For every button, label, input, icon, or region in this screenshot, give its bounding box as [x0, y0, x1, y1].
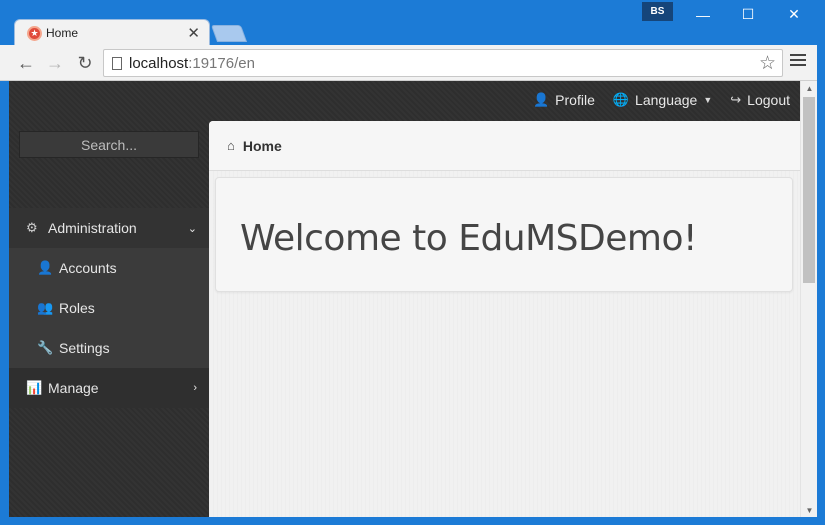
logout-label: Logout — [747, 92, 790, 108]
web-page: 👤 Profile 🌐 Language ▼ ↪ Logout ⚙ Admini… — [9, 81, 800, 517]
sidebar-item-label: Administration — [48, 220, 137, 236]
sidebar-item-accounts[interactable]: 👤 Accounts — [9, 248, 209, 288]
forward-arrow-icon[interactable]: → — [43, 51, 67, 75]
address-bar[interactable]: localhost:19176/en ☆ — [103, 49, 783, 77]
browser-menu-icon[interactable] — [790, 54, 806, 68]
maximize-button[interactable]: ☐ — [728, 2, 768, 27]
browser-tab-home[interactable]: ★ Home ✕ — [14, 19, 210, 46]
minimize-button[interactable]: — — [683, 2, 723, 27]
browser-titlebar: ★ Home ✕ BS — ☐ ✕ — [0, 0, 825, 46]
user-icon: 👤 — [532, 92, 550, 107]
tab-title: Home — [46, 26, 79, 40]
page-icon — [112, 57, 122, 70]
profile-link[interactable]: 👤 Profile — [533, 92, 595, 108]
window-border-right — [817, 45, 825, 525]
breadcrumb-home[interactable]: Home — [243, 138, 282, 154]
browser-toolbar: ← → ↻ localhost:19176/en ☆ — [0, 45, 825, 81]
bar-chart-icon: 📊 — [26, 380, 43, 395]
scroll-down-icon[interactable]: ▼ — [801, 503, 818, 517]
reload-icon[interactable]: ↻ — [73, 51, 97, 75]
cogs-icon: ⚙ — [26, 220, 38, 235]
sidebar-item-manage[interactable]: 📊 Manage › — [9, 368, 209, 408]
page-title: Welcome to EduMSDemo! — [240, 218, 697, 259]
sidebar-search-input[interactable] — [19, 131, 199, 158]
profile-label: Profile — [555, 92, 595, 108]
logout-link[interactable]: ↪ Logout — [730, 92, 790, 108]
home-icon: ⌂ — [227, 138, 235, 153]
welcome-panel: Welcome to EduMSDemo! — [215, 177, 793, 292]
window-close-button[interactable]: ✕ — [774, 2, 814, 27]
window-border-bottom — [0, 517, 825, 525]
site-favicon-icon: ★ — [27, 26, 42, 41]
breadcrumb: ⌂ Home — [209, 121, 800, 171]
window-border-left — [0, 81, 9, 525]
chevron-down-icon: ⌄ — [187, 222, 197, 235]
top-navigation: 👤 Profile 🌐 Language ▼ ↪ Logout — [533, 92, 790, 108]
globe-icon: 🌐 — [612, 92, 630, 107]
scrollbar-thumb[interactable] — [803, 97, 815, 283]
language-dropdown[interactable]: 🌐 Language ▼ — [613, 92, 712, 108]
scroll-up-icon[interactable]: ▲ — [801, 81, 818, 95]
back-arrow-icon[interactable]: ← — [14, 51, 38, 75]
sidebar-item-administration[interactable]: ⚙ Administration ⌄ — [9, 208, 209, 248]
sidebar-item-label: Settings — [59, 340, 110, 356]
sidebar-item-label: Accounts — [59, 260, 117, 276]
browser-profile-badge[interactable]: BS — [642, 2, 673, 21]
sidebar-item-label: Manage — [48, 380, 99, 396]
chevron-right-icon: › — [193, 382, 197, 394]
page-scrollbar[interactable]: ▲ ▼ — [800, 81, 817, 517]
share-arrow-icon: ↪ — [730, 92, 742, 107]
sidebar-item-label: Roles — [59, 300, 95, 316]
users-icon: 👥 — [37, 300, 54, 315]
bookmark-star-icon[interactable]: ☆ — [759, 52, 776, 75]
sidebar-item-settings[interactable]: 🔧 Settings — [9, 328, 209, 368]
wrench-icon: 🔧 — [37, 340, 54, 355]
main-content: ⌂ Home Welcome to EduMSDemo! — [209, 121, 800, 517]
new-tab-button[interactable] — [210, 25, 248, 42]
caret-down-icon: ▼ — [703, 95, 713, 105]
sidebar-menu: ⚙ Administration ⌄ 👤 Accounts 👥 Roles 🔧 … — [9, 208, 209, 408]
language-label: Language — [635, 92, 698, 108]
sidebar-item-roles[interactable]: 👥 Roles — [9, 288, 209, 328]
address-url: localhost:19176/en — [129, 55, 255, 72]
tab-close-button[interactable]: ✕ — [187, 24, 200, 42]
user-icon: 👤 — [37, 260, 54, 275]
